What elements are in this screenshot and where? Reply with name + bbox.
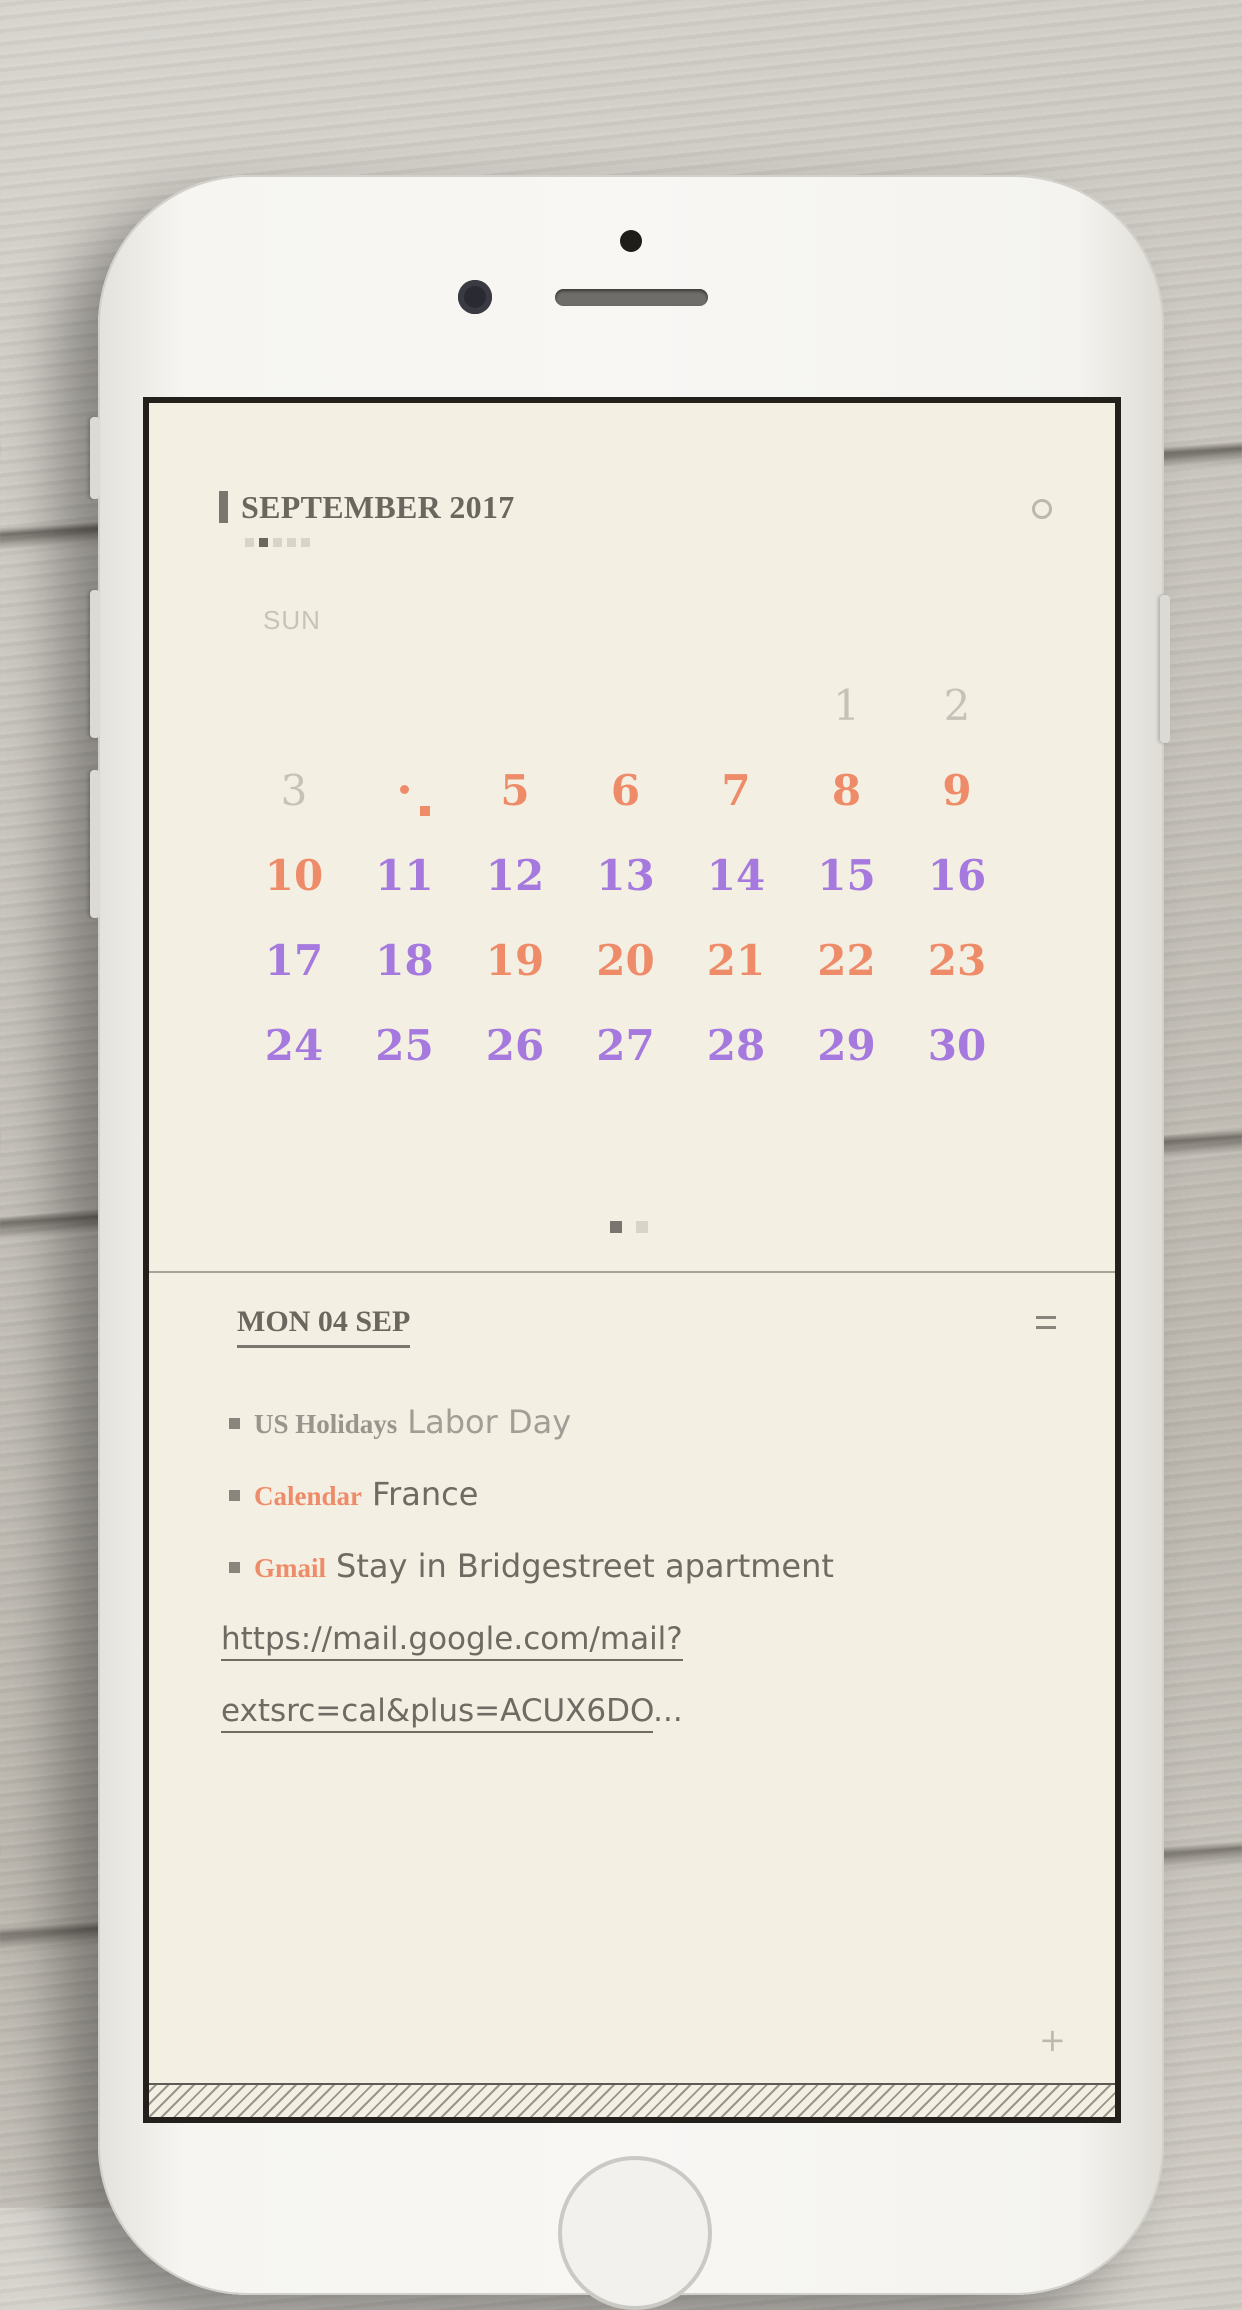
home-button[interactable]: [558, 2156, 712, 2310]
event-link-continued[interactable]: extsrc=cal&plus=ACUX6DO...: [221, 1693, 683, 1733]
today-marker[interactable]: [399, 785, 409, 794]
calendar-day[interactable]: 14: [681, 851, 791, 901]
calendar-app-screen: SEPTEMBER 2017 SUN 1 2 3 5 6 7 8 9 10 11 12 13 14 15 1…: [143, 397, 1121, 2123]
event-source: US Holidays: [254, 1409, 398, 1439]
bullet-icon: [229, 1418, 240, 1429]
event-link[interactable]: https://mail.google.com/mail?: [221, 1621, 683, 1661]
calendar-day[interactable]: 17: [239, 936, 349, 986]
settings-circle-icon[interactable]: [1032, 499, 1052, 519]
earpiece-speaker: [555, 289, 708, 306]
page-dot: [636, 1221, 648, 1233]
section-divider: [149, 1271, 1115, 1273]
event-title: Stay in Bridgestreet apartment: [336, 1547, 834, 1585]
selected-date-heading[interactable]: MON 04 SEP: [237, 1305, 411, 1348]
bullet-icon: [229, 1490, 240, 1501]
calendar-day[interactable]: 5: [460, 766, 570, 816]
calendar-day[interactable]: 16: [902, 851, 1012, 901]
calendar-day[interactable]: 1: [792, 681, 902, 731]
volume-up-button: [90, 590, 100, 738]
calendar-day[interactable]: 3: [239, 766, 349, 816]
event-item[interactable]: US Holidays Labor Day: [229, 1403, 571, 1441]
bottom-hatch-bar: [149, 2083, 1115, 2117]
menu-icon[interactable]: [1036, 1316, 1056, 1336]
calendar-day[interactable]: 20: [571, 936, 681, 986]
proximity-sensor: [620, 230, 642, 252]
page-indicator: [610, 1221, 648, 1233]
calendar-day[interactable]: 11: [350, 851, 460, 901]
page-dot-active: [610, 1221, 622, 1233]
event-link-line2[interactable]: extsrc=cal&plus=ACUX6DO: [221, 1693, 654, 1733]
calendar-day[interactable]: 6: [571, 766, 681, 816]
calendar-day[interactable]: 24: [239, 1021, 349, 1071]
calendar-day[interactable]: 28: [681, 1021, 791, 1071]
calendar-day[interactable]: 13: [571, 851, 681, 901]
calendar-day[interactable]: 15: [792, 851, 902, 901]
calendar-day[interactable]: 19: [460, 936, 570, 986]
mute-switch: [90, 417, 100, 499]
calendar-day[interactable]: 18: [350, 936, 460, 986]
today-event-marker: [419, 806, 430, 816]
event-item[interactable]: Calendar France: [229, 1475, 478, 1513]
calendar-day[interactable]: 23: [902, 936, 1012, 986]
month-title[interactable]: SEPTEMBER 2017: [241, 489, 515, 526]
calendar-day[interactable]: 21: [681, 936, 791, 986]
view-dot-active: [259, 538, 268, 547]
view-dot: [273, 538, 282, 547]
front-camera: [458, 280, 492, 314]
calendar-day[interactable]: 26: [460, 1021, 570, 1071]
calendar-day[interactable]: 10: [239, 851, 349, 901]
volume-down-button: [90, 770, 100, 918]
view-indicator: [245, 538, 310, 547]
bullet-icon: [229, 1562, 240, 1573]
calendar-day[interactable]: 29: [792, 1021, 902, 1071]
event-source: Gmail: [254, 1553, 326, 1583]
event-item[interactable]: Gmail Stay in Bridgestreet apartment: [229, 1547, 834, 1585]
calendar-day[interactable]: 22: [792, 936, 902, 986]
event-title: France: [372, 1475, 479, 1513]
link-ellipsis: ...: [653, 1693, 683, 1729]
calendar-day[interactable]: 27: [571, 1021, 681, 1071]
calendar-day[interactable]: 2: [902, 681, 1012, 731]
view-dot: [301, 538, 310, 547]
month-marker: [219, 491, 228, 523]
view-dot: [287, 538, 296, 547]
calendar-day[interactable]: 8: [792, 766, 902, 816]
calendar-day[interactable]: 9: [902, 766, 1012, 816]
event-title: Labor Day: [407, 1403, 572, 1441]
day-of-week-label: SUN: [263, 605, 321, 635]
calendar-day[interactable]: 12: [460, 851, 570, 901]
add-event-icon[interactable]: +: [1039, 2021, 1066, 2059]
view-dot: [245, 538, 254, 547]
calendar-day[interactable]: 30: [902, 1021, 1012, 1071]
calendar-day[interactable]: 7: [681, 766, 791, 816]
event-link-line1[interactable]: https://mail.google.com/mail?: [221, 1621, 683, 1661]
event-source: Calendar: [254, 1481, 362, 1511]
power-button: [1160, 595, 1170, 743]
calendar-day[interactable]: 25: [350, 1021, 460, 1071]
